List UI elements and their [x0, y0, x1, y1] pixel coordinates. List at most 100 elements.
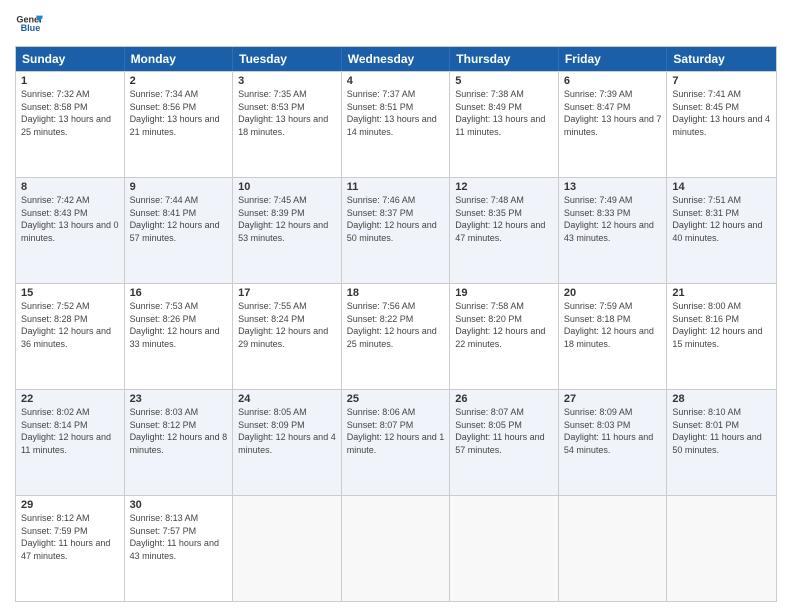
day-number: 30	[130, 499, 228, 511]
calendar-day-cell: 13 Sunrise: 7:49 AM Sunset: 8:33 PM Dayl…	[559, 178, 668, 283]
day-info: Sunrise: 7:48 AM Sunset: 8:35 PM Dayligh…	[455, 194, 553, 244]
day-info: Sunrise: 7:45 AM Sunset: 8:39 PM Dayligh…	[238, 194, 336, 244]
day-number: 11	[347, 181, 445, 193]
day-info: Sunrise: 8:06 AM Sunset: 8:07 PM Dayligh…	[347, 406, 445, 456]
day-number: 20	[564, 287, 662, 299]
calendar-header-day: Tuesday	[233, 47, 342, 71]
day-number: 6	[564, 75, 662, 87]
calendar-day-cell: 29 Sunrise: 8:12 AM Sunset: 7:59 PM Dayl…	[16, 496, 125, 601]
day-info: Sunrise: 8:09 AM Sunset: 8:03 PM Dayligh…	[564, 406, 662, 456]
day-number: 9	[130, 181, 228, 193]
calendar-day-cell: 8 Sunrise: 7:42 AM Sunset: 8:43 PM Dayli…	[16, 178, 125, 283]
day-number: 21	[672, 287, 771, 299]
calendar-week-row: 15 Sunrise: 7:52 AM Sunset: 8:28 PM Dayl…	[16, 283, 776, 389]
calendar-body: 1 Sunrise: 7:32 AM Sunset: 8:58 PM Dayli…	[16, 71, 776, 601]
calendar-day-cell: 25 Sunrise: 8:06 AM Sunset: 8:07 PM Dayl…	[342, 390, 451, 495]
day-number: 24	[238, 393, 336, 405]
logo: General Blue	[15, 10, 43, 38]
calendar-day-cell: 2 Sunrise: 7:34 AM Sunset: 8:56 PM Dayli…	[125, 72, 234, 177]
day-info: Sunrise: 8:07 AM Sunset: 8:05 PM Dayligh…	[455, 406, 553, 456]
calendar-header: SundayMondayTuesdayWednesdayThursdayFrid…	[16, 47, 776, 71]
calendar-day-cell: 23 Sunrise: 8:03 AM Sunset: 8:12 PM Dayl…	[125, 390, 234, 495]
calendar-week-row: 22 Sunrise: 8:02 AM Sunset: 8:14 PM Dayl…	[16, 389, 776, 495]
day-info: Sunrise: 7:41 AM Sunset: 8:45 PM Dayligh…	[672, 88, 771, 138]
day-info: Sunrise: 8:10 AM Sunset: 8:01 PM Dayligh…	[672, 406, 771, 456]
day-info: Sunrise: 7:46 AM Sunset: 8:37 PM Dayligh…	[347, 194, 445, 244]
day-info: Sunrise: 7:53 AM Sunset: 8:26 PM Dayligh…	[130, 300, 228, 350]
day-number: 18	[347, 287, 445, 299]
calendar-header-day: Thursday	[450, 47, 559, 71]
calendar-day-cell: 17 Sunrise: 7:55 AM Sunset: 8:24 PM Dayl…	[233, 284, 342, 389]
calendar-header-day: Friday	[559, 47, 668, 71]
calendar-day-cell: 11 Sunrise: 7:46 AM Sunset: 8:37 PM Dayl…	[342, 178, 451, 283]
day-info: Sunrise: 7:44 AM Sunset: 8:41 PM Dayligh…	[130, 194, 228, 244]
day-info: Sunrise: 7:52 AM Sunset: 8:28 PM Dayligh…	[21, 300, 119, 350]
day-number: 15	[21, 287, 119, 299]
calendar-day-cell	[667, 496, 776, 601]
calendar-day-cell: 14 Sunrise: 7:51 AM Sunset: 8:31 PM Dayl…	[667, 178, 776, 283]
calendar-day-cell: 5 Sunrise: 7:38 AM Sunset: 8:49 PM Dayli…	[450, 72, 559, 177]
page-header: General Blue	[15, 10, 777, 38]
calendar-day-cell: 12 Sunrise: 7:48 AM Sunset: 8:35 PM Dayl…	[450, 178, 559, 283]
logo-icon: General Blue	[15, 10, 43, 38]
day-info: Sunrise: 7:38 AM Sunset: 8:49 PM Dayligh…	[455, 88, 553, 138]
day-info: Sunrise: 7:35 AM Sunset: 8:53 PM Dayligh…	[238, 88, 336, 138]
calendar-header-day: Monday	[125, 47, 234, 71]
day-number: 1	[21, 75, 119, 87]
day-info: Sunrise: 7:56 AM Sunset: 8:22 PM Dayligh…	[347, 300, 445, 350]
calendar-day-cell: 10 Sunrise: 7:45 AM Sunset: 8:39 PM Dayl…	[233, 178, 342, 283]
day-number: 19	[455, 287, 553, 299]
calendar-day-cell: 30 Sunrise: 8:13 AM Sunset: 7:57 PM Dayl…	[125, 496, 234, 601]
calendar-day-cell	[233, 496, 342, 601]
day-number: 29	[21, 499, 119, 511]
day-info: Sunrise: 7:59 AM Sunset: 8:18 PM Dayligh…	[564, 300, 662, 350]
day-number: 5	[455, 75, 553, 87]
day-info: Sunrise: 8:12 AM Sunset: 7:59 PM Dayligh…	[21, 512, 119, 562]
day-info: Sunrise: 7:49 AM Sunset: 8:33 PM Dayligh…	[564, 194, 662, 244]
calendar-day-cell: 21 Sunrise: 8:00 AM Sunset: 8:16 PM Dayl…	[667, 284, 776, 389]
calendar-day-cell	[559, 496, 668, 601]
calendar-header-day: Wednesday	[342, 47, 451, 71]
day-number: 3	[238, 75, 336, 87]
day-number: 23	[130, 393, 228, 405]
calendar-day-cell: 15 Sunrise: 7:52 AM Sunset: 8:28 PM Dayl…	[16, 284, 125, 389]
day-number: 17	[238, 287, 336, 299]
day-info: Sunrise: 7:51 AM Sunset: 8:31 PM Dayligh…	[672, 194, 771, 244]
day-info: Sunrise: 7:42 AM Sunset: 8:43 PM Dayligh…	[21, 194, 119, 244]
day-info: Sunrise: 7:34 AM Sunset: 8:56 PM Dayligh…	[130, 88, 228, 138]
calendar: SundayMondayTuesdayWednesdayThursdayFrid…	[15, 46, 777, 602]
calendar-day-cell	[342, 496, 451, 601]
svg-text:Blue: Blue	[21, 23, 41, 33]
day-info: Sunrise: 8:03 AM Sunset: 8:12 PM Dayligh…	[130, 406, 228, 456]
calendar-day-cell: 22 Sunrise: 8:02 AM Sunset: 8:14 PM Dayl…	[16, 390, 125, 495]
day-number: 8	[21, 181, 119, 193]
calendar-day-cell: 18 Sunrise: 7:56 AM Sunset: 8:22 PM Dayl…	[342, 284, 451, 389]
day-number: 26	[455, 393, 553, 405]
day-number: 14	[672, 181, 771, 193]
day-number: 13	[564, 181, 662, 193]
calendar-week-row: 8 Sunrise: 7:42 AM Sunset: 8:43 PM Dayli…	[16, 177, 776, 283]
day-number: 16	[130, 287, 228, 299]
day-number: 25	[347, 393, 445, 405]
day-info: Sunrise: 7:58 AM Sunset: 8:20 PM Dayligh…	[455, 300, 553, 350]
calendar-day-cell: 3 Sunrise: 7:35 AM Sunset: 8:53 PM Dayli…	[233, 72, 342, 177]
day-number: 27	[564, 393, 662, 405]
day-info: Sunrise: 7:39 AM Sunset: 8:47 PM Dayligh…	[564, 88, 662, 138]
day-number: 2	[130, 75, 228, 87]
calendar-day-cell: 28 Sunrise: 8:10 AM Sunset: 8:01 PM Dayl…	[667, 390, 776, 495]
day-number: 28	[672, 393, 771, 405]
calendar-week-row: 1 Sunrise: 7:32 AM Sunset: 8:58 PM Dayli…	[16, 71, 776, 177]
calendar-day-cell: 26 Sunrise: 8:07 AM Sunset: 8:05 PM Dayl…	[450, 390, 559, 495]
day-number: 12	[455, 181, 553, 193]
day-info: Sunrise: 8:05 AM Sunset: 8:09 PM Dayligh…	[238, 406, 336, 456]
day-number: 10	[238, 181, 336, 193]
day-info: Sunrise: 7:32 AM Sunset: 8:58 PM Dayligh…	[21, 88, 119, 138]
calendar-day-cell: 6 Sunrise: 7:39 AM Sunset: 8:47 PM Dayli…	[559, 72, 668, 177]
calendar-header-day: Sunday	[16, 47, 125, 71]
calendar-day-cell: 20 Sunrise: 7:59 AM Sunset: 8:18 PM Dayl…	[559, 284, 668, 389]
day-info: Sunrise: 8:02 AM Sunset: 8:14 PM Dayligh…	[21, 406, 119, 456]
calendar-day-cell: 19 Sunrise: 7:58 AM Sunset: 8:20 PM Dayl…	[450, 284, 559, 389]
calendar-week-row: 29 Sunrise: 8:12 AM Sunset: 7:59 PM Dayl…	[16, 495, 776, 601]
day-info: Sunrise: 7:37 AM Sunset: 8:51 PM Dayligh…	[347, 88, 445, 138]
calendar-day-cell: 16 Sunrise: 7:53 AM Sunset: 8:26 PM Dayl…	[125, 284, 234, 389]
